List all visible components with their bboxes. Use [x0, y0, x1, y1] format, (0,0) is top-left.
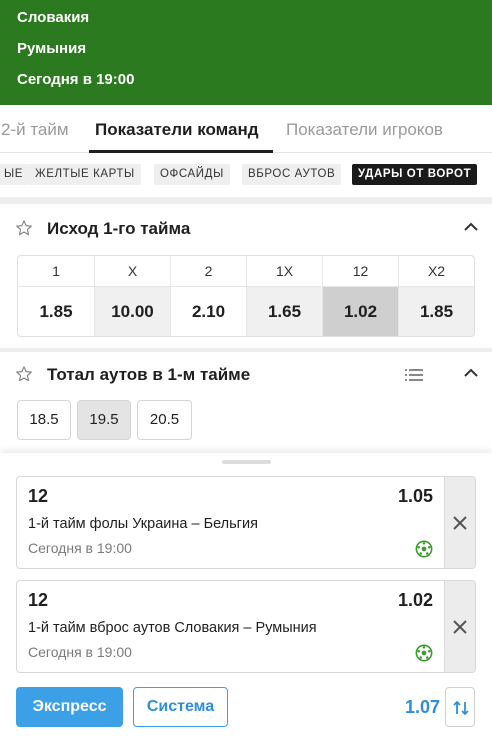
chevron-up-icon[interactable]	[463, 367, 479, 379]
remove-bet-area[interactable]	[444, 477, 475, 568]
odds-value[interactable]: 1.85	[18, 287, 94, 336]
drag-handle[interactable]	[222, 460, 271, 464]
chip-throw-ins[interactable]: ВБРОС АУТОВ	[242, 164, 342, 185]
express-button[interactable]: Экспресс	[16, 687, 123, 727]
market-tabs: 2-й тайм Показатели команд Показатели иг…	[0, 105, 492, 153]
match-page: Словакия Румыния Сегодня в 19:00 2-й тай…	[0, 0, 492, 738]
outcome-label: 1X	[247, 256, 322, 287]
market-header-first-half-result[interactable]: Исход 1-го тайма	[0, 206, 492, 252]
team1-name: Словакия	[17, 9, 90, 26]
tab-second-half[interactable]: 2-й тайм	[1, 120, 69, 140]
market-title: Исход 1-го тайма	[47, 219, 191, 238]
soccer-ball-icon	[415, 540, 433, 558]
odds-value[interactable]: 1.02	[323, 287, 398, 336]
odds-value[interactable]: 1.85	[399, 287, 474, 336]
match-header: Словакия Румыния Сегодня в 19:00	[0, 0, 492, 105]
section-divider	[0, 197, 492, 204]
outcome-label: 12	[323, 256, 398, 287]
sort-button[interactable]	[445, 687, 475, 727]
close-icon[interactable]	[453, 619, 467, 634]
total-odds: 1.07	[404, 697, 440, 717]
odds-cell[interactable]: 1 1.85	[18, 256, 94, 336]
total-line-button-selected[interactable]: 19.5	[77, 400, 131, 440]
team2-name: Румыния	[17, 40, 87, 57]
bet-slip-item: 12 1.05 1-й тайм фолы Украина – Бельгия …	[16, 476, 476, 569]
market-title: Тотал аутов в 1-м тайме	[47, 365, 251, 384]
remove-bet-area[interactable]	[444, 581, 475, 672]
odds-cell[interactable]: 2 2.10	[170, 256, 246, 336]
system-button[interactable]: Система	[133, 687, 228, 727]
bet-time: Сегодня в 19:00	[28, 644, 132, 660]
bet-odds: 1.02	[397, 590, 433, 610]
odds-cell[interactable]: X 10.00	[94, 256, 170, 336]
odds-cell[interactable]: X2 1.85	[398, 256, 474, 336]
bet-outcome: 12	[28, 486, 49, 506]
odds-value[interactable]: 2.10	[171, 287, 246, 336]
bet-odds: 1.05	[397, 486, 433, 506]
bet-description: 1-й тайм фолы Украина – Бельгия	[28, 516, 258, 532]
stat-category-chips: ЫЕ ЖЕЛТЫЕ КАРТЫ ОФСАЙДЫ ВБРОС АУТОВ УДАР…	[0, 153, 492, 197]
chip-yellow-cards[interactable]: ЖЕЛТЫЕ КАРТЫ	[29, 164, 141, 185]
star-icon[interactable]	[15, 219, 33, 237]
match-time: Сегодня в 19:00	[17, 71, 135, 88]
tab-player-stats[interactable]: Показатели игроков	[286, 120, 443, 140]
star-icon[interactable]	[15, 365, 33, 383]
bet-slip-item: 12 1.02 1-й тайм вброс аутов Словакия – …	[16, 580, 476, 673]
bet-description: 1-й тайм вброс аутов Словакия – Румыния	[28, 620, 317, 636]
chip-goal-kicks[interactable]: УДАРЫ ОТ ВОРОТ	[352, 164, 478, 185]
odds-value[interactable]: 10.00	[95, 287, 170, 336]
total-line-button[interactable]: 20.5	[137, 400, 192, 440]
list-icon[interactable]	[405, 367, 423, 383]
total-line-button[interactable]: 18.5	[17, 400, 71, 440]
outcome-label: 1	[18, 256, 94, 287]
close-icon[interactable]	[453, 515, 467, 530]
soccer-ball-icon	[415, 644, 433, 662]
swap-arrows-icon	[453, 700, 469, 716]
odds-value[interactable]: 1.65	[247, 287, 322, 336]
chip-offsides[interactable]: ОФСАЙДЫ	[154, 164, 230, 185]
outcome-label: X2	[399, 256, 474, 287]
odds-grid: 1 1.85 X 10.00 2 2.10 1X 1.65 12 1.02 X2…	[17, 255, 475, 337]
chip-partial[interactable]: ЫЕ	[0, 164, 30, 185]
odds-cell[interactable]: 1X 1.65	[246, 256, 322, 336]
chevron-up-icon[interactable]	[463, 221, 479, 233]
outcome-label: 2	[171, 256, 246, 287]
bet-outcome: 12	[28, 590, 49, 610]
market-header-throw-ins-total[interactable]: Тотал аутов в 1-м тайме	[0, 352, 492, 398]
tab-team-stats[interactable]: Показатели команд	[95, 120, 259, 140]
outcome-label: X	[95, 256, 170, 287]
bet-time: Сегодня в 19:00	[28, 540, 132, 556]
odds-cell-selected[interactable]: 12 1.02	[322, 256, 398, 336]
